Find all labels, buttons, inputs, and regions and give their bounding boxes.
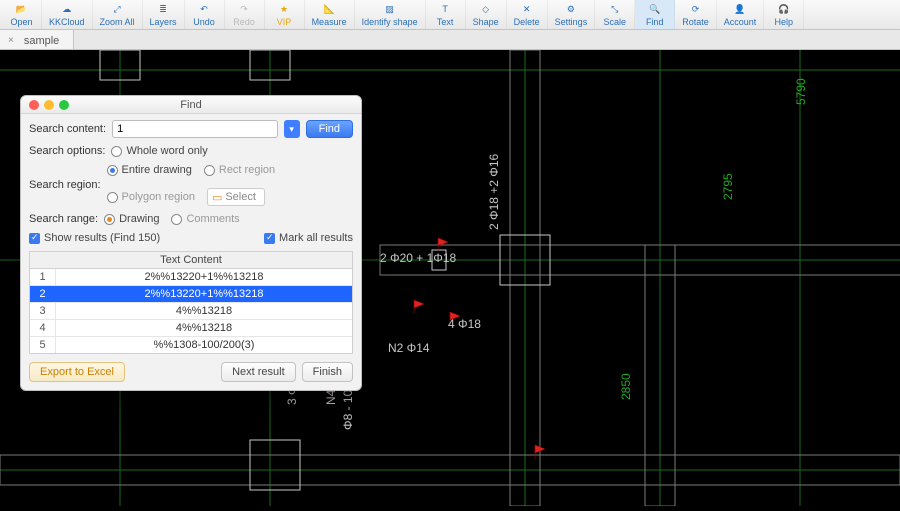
- measure-icon: 📐: [322, 2, 336, 16]
- toolbar-shape-button[interactable]: ◇Shape: [466, 0, 507, 29]
- toolbar-help-button[interactable]: 🎧Help: [764, 0, 804, 29]
- search-range-label: Search range:: [29, 213, 98, 225]
- search-content-label: Search content:: [29, 123, 106, 135]
- svg-text:2 Φ18 +2 Φ16: 2 Φ18 +2 Φ16: [487, 153, 501, 230]
- document-tab[interactable]: × sample: [0, 30, 74, 49]
- result-row[interactable]: 5%%1308-100/200(3): [30, 337, 352, 353]
- help-icon: 🎧: [777, 2, 791, 16]
- layers-icon: ≣: [156, 2, 170, 16]
- search-options-label: Search options:: [29, 145, 105, 157]
- toolbar-redo-button[interactable]: ↷Redo: [225, 0, 265, 29]
- next-result-button[interactable]: Next result: [221, 362, 296, 382]
- find-dialog: Find Search content: ▾ Find Search optio…: [20, 95, 362, 391]
- scale-icon: ⤡: [608, 2, 622, 16]
- dialog-titlebar[interactable]: Find: [21, 96, 361, 114]
- search-region-label: Search region:: [29, 179, 101, 191]
- svg-text:2850: 2850: [619, 373, 633, 400]
- toolbar-zoom-all-button[interactable]: ⤢Zoom All: [93, 0, 143, 29]
- svg-text:N2 Φ14: N2 Φ14: [388, 341, 430, 355]
- toolbar-measure-button[interactable]: 📐Measure: [305, 0, 355, 29]
- find-icon: 🔍: [648, 2, 662, 16]
- text-icon: T: [438, 2, 452, 16]
- export-excel-button[interactable]: Export to Excel: [29, 362, 125, 382]
- toolbar-find-button[interactable]: 🔍Find: [635, 0, 675, 29]
- kkcloud-icon: ☁: [60, 2, 74, 16]
- toolbar-open-button[interactable]: 📂Open: [2, 0, 42, 29]
- show-results-checkbox[interactable]: Show results (Find 150): [29, 232, 160, 244]
- find-button[interactable]: Find: [306, 120, 353, 138]
- zoom-all-icon: ⤢: [110, 2, 124, 16]
- search-content-input[interactable]: [112, 120, 278, 138]
- redo-icon: ↷: [237, 2, 251, 16]
- toolbar-identify-shape-button[interactable]: ▨Identify shape: [355, 0, 426, 29]
- toolbar-settings-button[interactable]: ⚙Settings: [548, 0, 596, 29]
- toolbar-delete-button[interactable]: ✕Delete: [507, 0, 548, 29]
- identify-shape-icon: ▨: [383, 2, 397, 16]
- result-row[interactable]: 44%%13218: [30, 320, 352, 337]
- range-drawing-radio[interactable]: Drawing: [104, 213, 159, 225]
- svg-text:4 Φ18: 4 Φ18: [448, 317, 481, 331]
- close-tab-icon[interactable]: ×: [8, 35, 14, 46]
- range-comments-radio[interactable]: Comments: [171, 213, 239, 225]
- tab-bar: × sample: [0, 30, 900, 50]
- account-icon: 👤: [733, 2, 747, 16]
- results-table: Text Content 12%%13220+1%%1321822%%13220…: [29, 251, 353, 354]
- region-rect-radio[interactable]: Rect region: [204, 164, 275, 176]
- toolbar-kkcloud-button[interactable]: ☁KKCloud: [42, 0, 93, 29]
- result-row[interactable]: 34%%13218: [30, 303, 352, 320]
- shape-icon: ◇: [479, 2, 493, 16]
- open-icon: 📂: [15, 2, 29, 16]
- region-poly-radio[interactable]: Polygon region: [107, 191, 195, 203]
- toolbar-scale-button[interactable]: ⤡Scale: [595, 0, 635, 29]
- toolbar-layers-button[interactable]: ≣Layers: [143, 0, 185, 29]
- toolbar-vip-button[interactable]: ★VIP: [265, 0, 305, 29]
- whole-word-radio[interactable]: Whole word only: [111, 145, 207, 157]
- svg-text:2795: 2795: [721, 173, 735, 200]
- result-row[interactable]: 12%%13220+1%%13218: [30, 269, 352, 286]
- vip-icon: ★: [277, 2, 291, 16]
- delete-icon: ✕: [520, 2, 534, 16]
- toolbar-text-button[interactable]: TText: [426, 0, 466, 29]
- toolbar-account-button[interactable]: 👤Account: [717, 0, 765, 29]
- region-entire-radio[interactable]: Entire drawing: [107, 164, 192, 176]
- undo-icon: ↶: [197, 2, 211, 16]
- toolbar-rotate-button[interactable]: ⟳Rotate: [675, 0, 717, 29]
- rotate-icon: ⟳: [688, 2, 702, 16]
- dialog-title: Find: [21, 99, 361, 111]
- finish-button[interactable]: Finish: [302, 362, 353, 382]
- search-history-dropdown[interactable]: ▾: [284, 120, 300, 138]
- toolbar-undo-button[interactable]: ↶Undo: [185, 0, 225, 29]
- result-row[interactable]: 22%%13220+1%%13218: [30, 286, 352, 303]
- svg-text:5790: 5790: [794, 78, 808, 105]
- select-region-button[interactable]: ▭Select: [207, 188, 265, 206]
- svg-text:2 Φ20 + 1Φ18: 2 Φ20 + 1Φ18: [380, 251, 457, 265]
- results-header: Text Content: [30, 252, 352, 269]
- tab-label: sample: [24, 35, 59, 47]
- main-toolbar: 📂Open☁KKCloud⤢Zoom All≣Layers↶Undo↷Redo★…: [0, 0, 900, 30]
- settings-icon: ⚙: [564, 2, 578, 16]
- mark-all-checkbox[interactable]: Mark all results: [264, 232, 353, 244]
